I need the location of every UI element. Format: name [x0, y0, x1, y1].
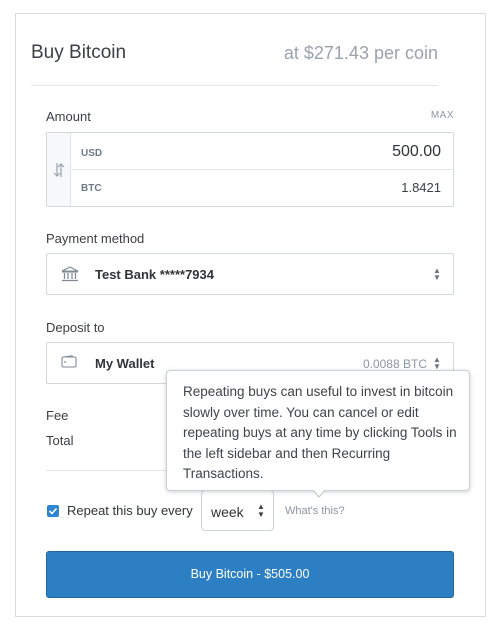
btc-currency-label: BTC: [81, 183, 102, 194]
max-link[interactable]: MAX: [431, 110, 454, 121]
wallet-icon: [61, 355, 77, 368]
payment-method-label: Payment method: [46, 231, 145, 246]
btc-amount-row[interactable]: BTC 1.8421: [71, 170, 453, 207]
repeat-period-value: week: [211, 504, 244, 520]
repeat-buy-label: Repeat this buy every: [67, 503, 193, 518]
deposit-wallet-value: My Wallet: [95, 356, 155, 371]
total-label: Total: [46, 433, 74, 448]
chevron-updown-icon: ▲ ▼: [433, 355, 441, 371]
tooltip-text: Repeating buys can useful to invest in b…: [183, 384, 457, 481]
usd-currency-label: USD: [81, 148, 103, 159]
payment-method-value: Test Bank *****7934: [95, 267, 214, 282]
amount-input-group: USD 500.00 BTC 1.8421: [46, 132, 454, 207]
buy-bitcoin-button[interactable]: Buy Bitcoin - $505.00: [46, 551, 454, 598]
checkmark-icon: [48, 507, 58, 515]
deposit-to-label: Deposit to: [46, 320, 105, 335]
repeat-help-tooltip: Repeating buys can useful to invest in b…: [166, 370, 470, 491]
whats-this-link[interactable]: What's this?: [285, 505, 345, 517]
tooltip-arrow-inner: [313, 489, 325, 496]
wallet-balance: 0.0088 BTC: [362, 357, 427, 371]
payment-method-select[interactable]: Test Bank *****7934 ▲ ▼: [46, 253, 454, 295]
btc-amount-input[interactable]: 1.8421: [401, 180, 441, 195]
usd-amount-input[interactable]: 500.00: [392, 143, 441, 161]
card-header: Buy Bitcoin at $271.43 per coin: [31, 28, 438, 86]
amount-label: Amount: [46, 109, 91, 124]
bank-icon: [61, 266, 79, 282]
swap-vertical-icon: [53, 163, 65, 177]
page-title: Buy Bitcoin: [31, 42, 127, 63]
repeat-buy-checkbox[interactable]: [47, 505, 59, 517]
chevron-updown-icon: ▲ ▼: [433, 266, 441, 282]
divider: [46, 470, 168, 471]
price-per-coin: at $271.43 per coin: [283, 43, 438, 63]
usd-amount-row[interactable]: USD 500.00: [71, 133, 453, 170]
fee-label: Fee: [46, 408, 69, 423]
repeat-period-select[interactable]: week ▲ ▼: [201, 490, 274, 531]
chevron-updown-icon: ▲ ▼: [257, 502, 265, 519]
swap-currency-button[interactable]: [47, 133, 71, 206]
